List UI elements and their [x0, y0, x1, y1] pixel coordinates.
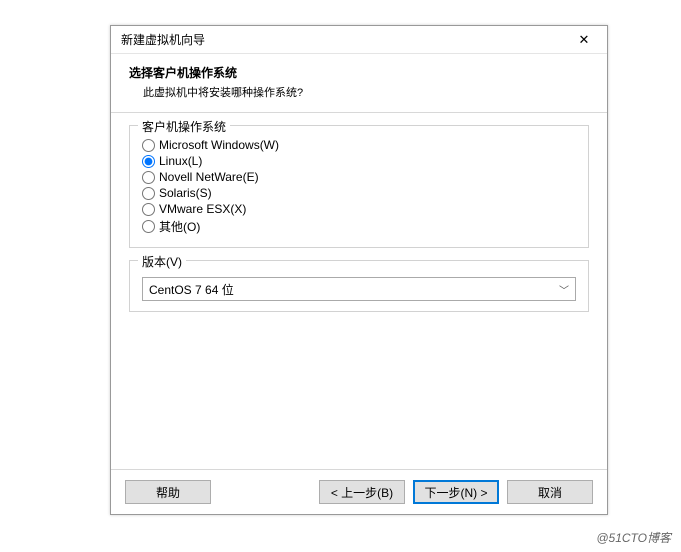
- radio-linux[interactable]: Linux(L): [142, 154, 576, 168]
- page-title: 选择客户机操作系统: [129, 64, 589, 81]
- radio-esx-label: VMware ESX(X): [159, 202, 246, 216]
- radio-solaris[interactable]: Solaris(S): [142, 186, 576, 200]
- radio-windows-input[interactable]: [142, 139, 155, 152]
- dialog-title: 新建虚拟机向导: [121, 31, 205, 48]
- radio-esx-input[interactable]: [142, 203, 155, 216]
- radio-netware-input[interactable]: [142, 171, 155, 184]
- back-button-label: < 上一步(B): [331, 484, 393, 501]
- radio-other-input[interactable]: [142, 220, 155, 233]
- page-subtitle: 此虚拟机中将安装哪种操作系统?: [143, 84, 589, 100]
- help-button[interactable]: 帮助: [125, 480, 211, 504]
- radio-windows[interactable]: Microsoft Windows(W): [142, 138, 576, 152]
- version-select[interactable]: CentOS 7 64 位 ﹀: [142, 277, 576, 301]
- radio-netware[interactable]: Novell NetWare(E): [142, 170, 576, 184]
- close-button[interactable]: ✕: [569, 30, 599, 50]
- version-legend: 版本(V): [138, 253, 186, 270]
- radio-solaris-input[interactable]: [142, 187, 155, 200]
- button-bar: 帮助 < 上一步(B) 下一步(N) > 取消: [111, 469, 607, 514]
- wizard-dialog: 新建虚拟机向导 ✕ 选择客户机操作系统 此虚拟机中将安装哪种操作系统? 客户机操…: [110, 25, 608, 515]
- radio-solaris-label: Solaris(S): [159, 186, 212, 200]
- back-button[interactable]: < 上一步(B): [319, 480, 405, 504]
- guest-os-legend: 客户机操作系统: [138, 118, 230, 135]
- radio-windows-label: Microsoft Windows(W): [159, 138, 279, 152]
- next-button-label: 下一步(N) >: [424, 484, 487, 501]
- radio-other[interactable]: 其他(O): [142, 218, 576, 235]
- header-area: 选择客户机操作系统 此虚拟机中将安装哪种操作系统?: [111, 54, 607, 112]
- radio-esx[interactable]: VMware ESX(X): [142, 202, 576, 216]
- nav-buttons: < 上一步(B) 下一步(N) > 取消: [319, 480, 593, 504]
- version-selected-value: CentOS 7 64 位: [149, 281, 234, 298]
- content-area: 客户机操作系统 Microsoft Windows(W) Linux(L) No…: [111, 113, 607, 312]
- version-fieldset: 版本(V) CentOS 7 64 位 ﹀: [129, 260, 589, 312]
- watermark: @51CTO博客: [596, 529, 671, 546]
- radio-linux-input[interactable]: [142, 155, 155, 168]
- guest-os-fieldset: 客户机操作系统 Microsoft Windows(W) Linux(L) No…: [129, 125, 589, 248]
- cancel-button-label: 取消: [538, 484, 562, 501]
- radio-netware-label: Novell NetWare(E): [159, 170, 259, 184]
- titlebar: 新建虚拟机向导 ✕: [111, 26, 607, 54]
- next-button[interactable]: 下一步(N) >: [413, 480, 499, 504]
- radio-linux-label: Linux(L): [159, 154, 202, 168]
- cancel-button[interactable]: 取消: [507, 480, 593, 504]
- radio-other-label: 其他(O): [159, 218, 200, 235]
- help-button-label: 帮助: [156, 484, 180, 501]
- chevron-down-icon: ﹀: [559, 282, 569, 297]
